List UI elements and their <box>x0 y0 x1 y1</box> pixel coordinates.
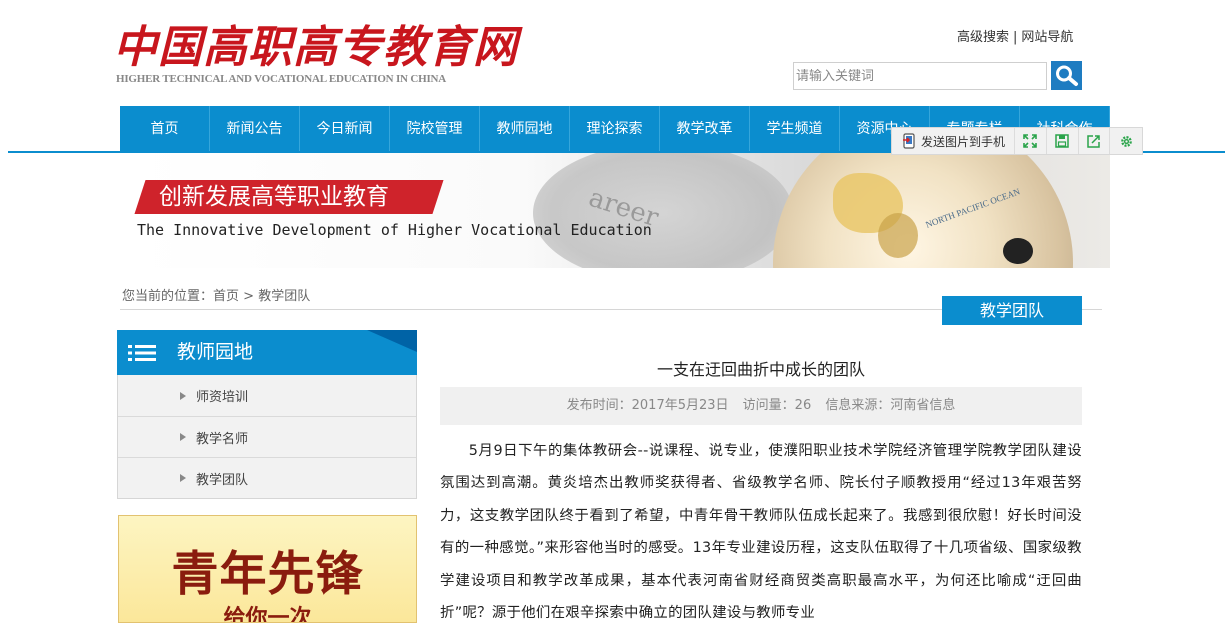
logo-chinese-title: 中国高职高专教育网 <box>113 22 518 73</box>
fullscreen-button[interactable] <box>1015 128 1047 154</box>
breadcrumb-current[interactable]: 教学团队 <box>258 289 310 304</box>
site-logo[interactable]: 中国高职高专教育网 HIGHER TECHNICAL AND VOCATIONA… <box>113 22 517 88</box>
share-icon <box>1087 135 1100 148</box>
promo-title: 青年先锋 <box>171 547 364 602</box>
banner-subtitle: The Innovative Development of Higher Voc… <box>137 221 652 239</box>
article-meta: 发布时间：2017年5月23日 访问量：26 信息来源：河南省信息 <box>440 387 1082 425</box>
list-menu-icon <box>128 345 156 361</box>
sidebar-item-famous-teachers[interactable]: 教学名师 <box>118 416 416 457</box>
top-links-separator: | <box>1013 30 1018 45</box>
sidebar-item-label: 教学名师 <box>196 431 249 447</box>
banner-title: 创新发展高等职业教育 <box>159 184 389 210</box>
sidebar-item-teacher-training[interactable]: 师资培训 <box>118 375 416 416</box>
breadcrumb-prefix: 您当前的位置： <box>122 289 214 304</box>
phone-send-icon <box>903 133 915 149</box>
triangle-right-icon <box>180 391 186 400</box>
share-button[interactable] <box>1079 128 1111 154</box>
breadcrumb: 您当前的位置：首页 > 教学团队 <box>122 285 310 304</box>
article-source: 信息来源：河南省信息 <box>825 398 956 413</box>
send-to-phone-label: 发送图片到手机 <box>921 134 1006 149</box>
save-icon <box>1055 134 1069 148</box>
breadcrumb-separator: > <box>239 289 259 304</box>
triangle-right-icon <box>180 474 186 482</box>
nav-item-teaching-reform[interactable]: 教学改革 <box>660 106 750 152</box>
sidebar-header-corner <box>367 330 417 352</box>
breadcrumb-home-link[interactable]: 首页 <box>213 289 239 304</box>
nav-item-school-management[interactable]: 院校管理 <box>390 106 480 152</box>
sidebar-item-label: 师资培训 <box>196 390 249 405</box>
nav-item-students[interactable]: 学生频道 <box>750 106 840 152</box>
nav-item-theory[interactable]: 理论探索 <box>570 106 660 152</box>
search-box <box>793 62 1047 90</box>
sidebar-header: 教师园地 <box>117 330 417 375</box>
article-views: 访问量：26 <box>742 398 812 413</box>
search-icon <box>1056 65 1078 86</box>
send-to-phone-button[interactable]: 发送图片到手机 <box>892 128 1016 154</box>
sidebar-item-teaching-team[interactable]: 教学团队 <box>118 457 416 498</box>
save-button[interactable] <box>1047 128 1079 154</box>
article-publish-date: 发布时间：2017年5月23日 <box>566 398 729 413</box>
article-title: 一支在迂回曲折中成长的团队 <box>656 360 865 379</box>
nav-item-home[interactable]: 首页 <box>120 106 210 152</box>
triangle-right-icon <box>180 433 186 441</box>
globe-stand <box>1003 238 1033 264</box>
article-body: 5月9日下午的集体教研会--说课程、说专业，使濮阳职业技术学院经济管理学院教学团… <box>440 443 1082 622</box>
nav-item-announcements[interactable]: 新闻公告 <box>210 106 300 152</box>
banner: areer NORTH PACIFIC OCEAN 创新发展高等职业教育 The… <box>133 153 1110 268</box>
logo-english-title: HIGHER TECHNICAL AND VOCATIONAL EDUCATIO… <box>116 73 447 85</box>
sidebar-list: 师资培训 教学名师 教学团队 <box>117 375 417 499</box>
image-toolbar: 发送图片到手机 <box>891 127 1143 155</box>
promo-banner[interactable]: 青年先锋 给你一次 <box>118 515 417 623</box>
promo-subtitle: 给你一次 <box>223 606 312 623</box>
advanced-search-link[interactable]: 高级搜索 <box>957 30 1009 45</box>
sidebar-title: 教师园地 <box>177 341 254 363</box>
banner-paper-image <box>533 153 793 268</box>
sidebar-item-label: 教学团队 <box>196 472 249 488</box>
expand-icon <box>1023 134 1038 148</box>
gear-icon <box>1120 135 1132 147</box>
search-button[interactable] <box>1051 61 1082 90</box>
section-tab: 教学团队 <box>942 296 1082 325</box>
site-nav-link[interactable]: 网站导航 <box>1021 30 1073 45</box>
nav-item-teachers-garden[interactable]: 教师园地 <box>480 106 570 152</box>
top-links: 高级搜索 | 网站导航 <box>957 26 1073 45</box>
globe-land <box>878 213 918 258</box>
nav-item-today-news[interactable]: 今日新闻 <box>300 106 390 152</box>
search-input[interactable] <box>796 69 1044 84</box>
settings-button[interactable] <box>1110 128 1142 154</box>
